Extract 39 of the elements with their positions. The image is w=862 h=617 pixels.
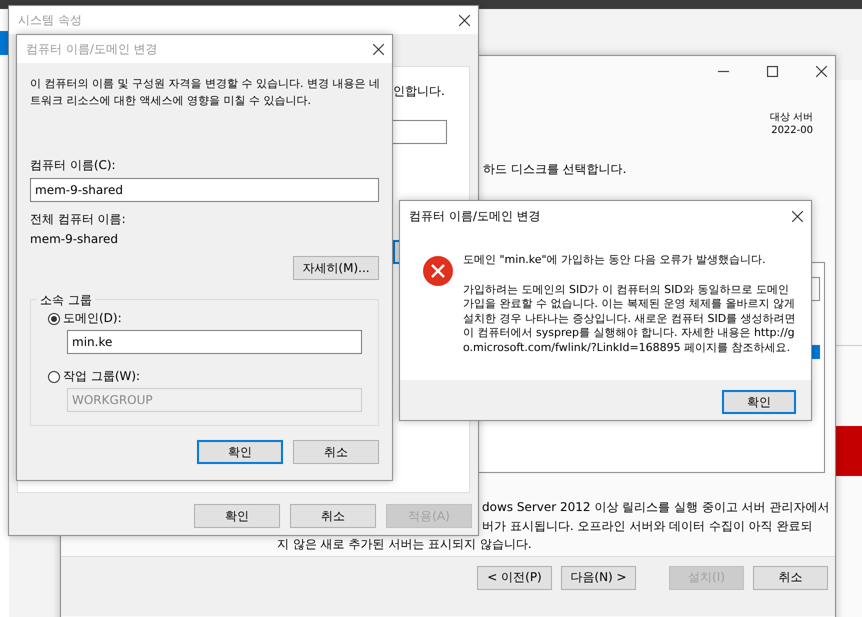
- field-label: 전체 컴퓨터 이름:: [30, 211, 127, 228]
- error-message: 도메인 "min.ke"에 가입하는 동안 다음 오류가 발생했습니다.: [463, 253, 767, 268]
- dialog-button[interactable]: 취소: [290, 504, 376, 528]
- dialog-button[interactable]: 취소: [293, 440, 379, 464]
- close-icon[interactable]: [373, 44, 384, 54]
- note-line: 지 않은 새로 추가된 서버는 표시되지 않습니다.: [277, 536, 533, 553]
- radio-button[interactable]: [48, 312, 60, 324]
- disk-prompt: 하드 디스크를 선택합니다.: [483, 161, 628, 177]
- computer-name-field[interactable]: mem-9-shared: [30, 178, 379, 202]
- maximize-icon[interactable]: [767, 66, 778, 76]
- close-icon[interactable]: [816, 66, 827, 76]
- close-icon[interactable]: [459, 14, 470, 26]
- note-line: 버가 표시됩니다. 오프라인 서버와 데이터 수집이 아직 완료되: [482, 518, 814, 534]
- error-details: 가입하려는 도메인의 SID가 이 컴퓨터의 SID와 동일하므로 도메인 가입을 완료할 수 없습니다. 이는 복제된 운영 체제를 올바르지 않게 설치한 경우 나타나는 증상입니다. 새로운 컴퓨터 SID를 생성하려면 이 컴퓨터에서 sysprep를 실행해야 합니다. 자세한 내용은 http://go.microsoft.com/fwlink/?LinkId=168895 페이지를 참조하세요.: [463, 282, 797, 355]
- window-title: 컴퓨터 이름/도메인 변경: [409, 208, 542, 224]
- error-icon: [422, 255, 454, 287]
- dialog-button[interactable]: 확인: [194, 504, 280, 528]
- wizard-button[interactable]: 다음(N) >: [561, 566, 636, 590]
- radio-label: 도메인(D):: [63, 310, 122, 327]
- target-server-label: 대상 서버: [770, 111, 813, 124]
- radio-button[interactable]: [48, 370, 60, 382]
- target-server-value: 2022-00: [771, 124, 813, 137]
- banner: [836, 426, 862, 476]
- ok-button[interactable]: 확인: [722, 390, 796, 414]
- wizard-button[interactable]: < 이전(P): [477, 566, 552, 590]
- description-text: 이 컴퓨터의 이름 및 구성원 자격을 변경할 수 있습니다. 변경 내용은 네트워크 리소스에 대한 액세스에 영향을 미칠 수 있습니다.: [30, 76, 381, 109]
- description-text: 인합니다.: [393, 83, 446, 100]
- radio-label: 작업 그룹(W):: [63, 368, 140, 385]
- note-line: dows Server 2012 이상 릴리스를 실행 중이고 서버 관리자에서: [482, 499, 830, 516]
- input-field[interactable]: min.ke: [67, 330, 362, 354]
- more-button[interactable]: 자세히(M)...: [293, 256, 379, 280]
- close-icon[interactable]: [792, 210, 803, 222]
- group-legend: 소속 그룹: [37, 292, 95, 309]
- dialog-button[interactable]: 확인: [197, 440, 283, 464]
- field-label: 컴퓨터 이름(C):: [30, 157, 117, 174]
- wizard-button[interactable]: 취소: [753, 566, 828, 590]
- full-computer-name: mem-9-shared: [30, 232, 119, 246]
- window-title: 시스템 속성: [18, 12, 83, 28]
- window-title: 컴퓨터 이름/도메인 변경: [26, 40, 159, 58]
